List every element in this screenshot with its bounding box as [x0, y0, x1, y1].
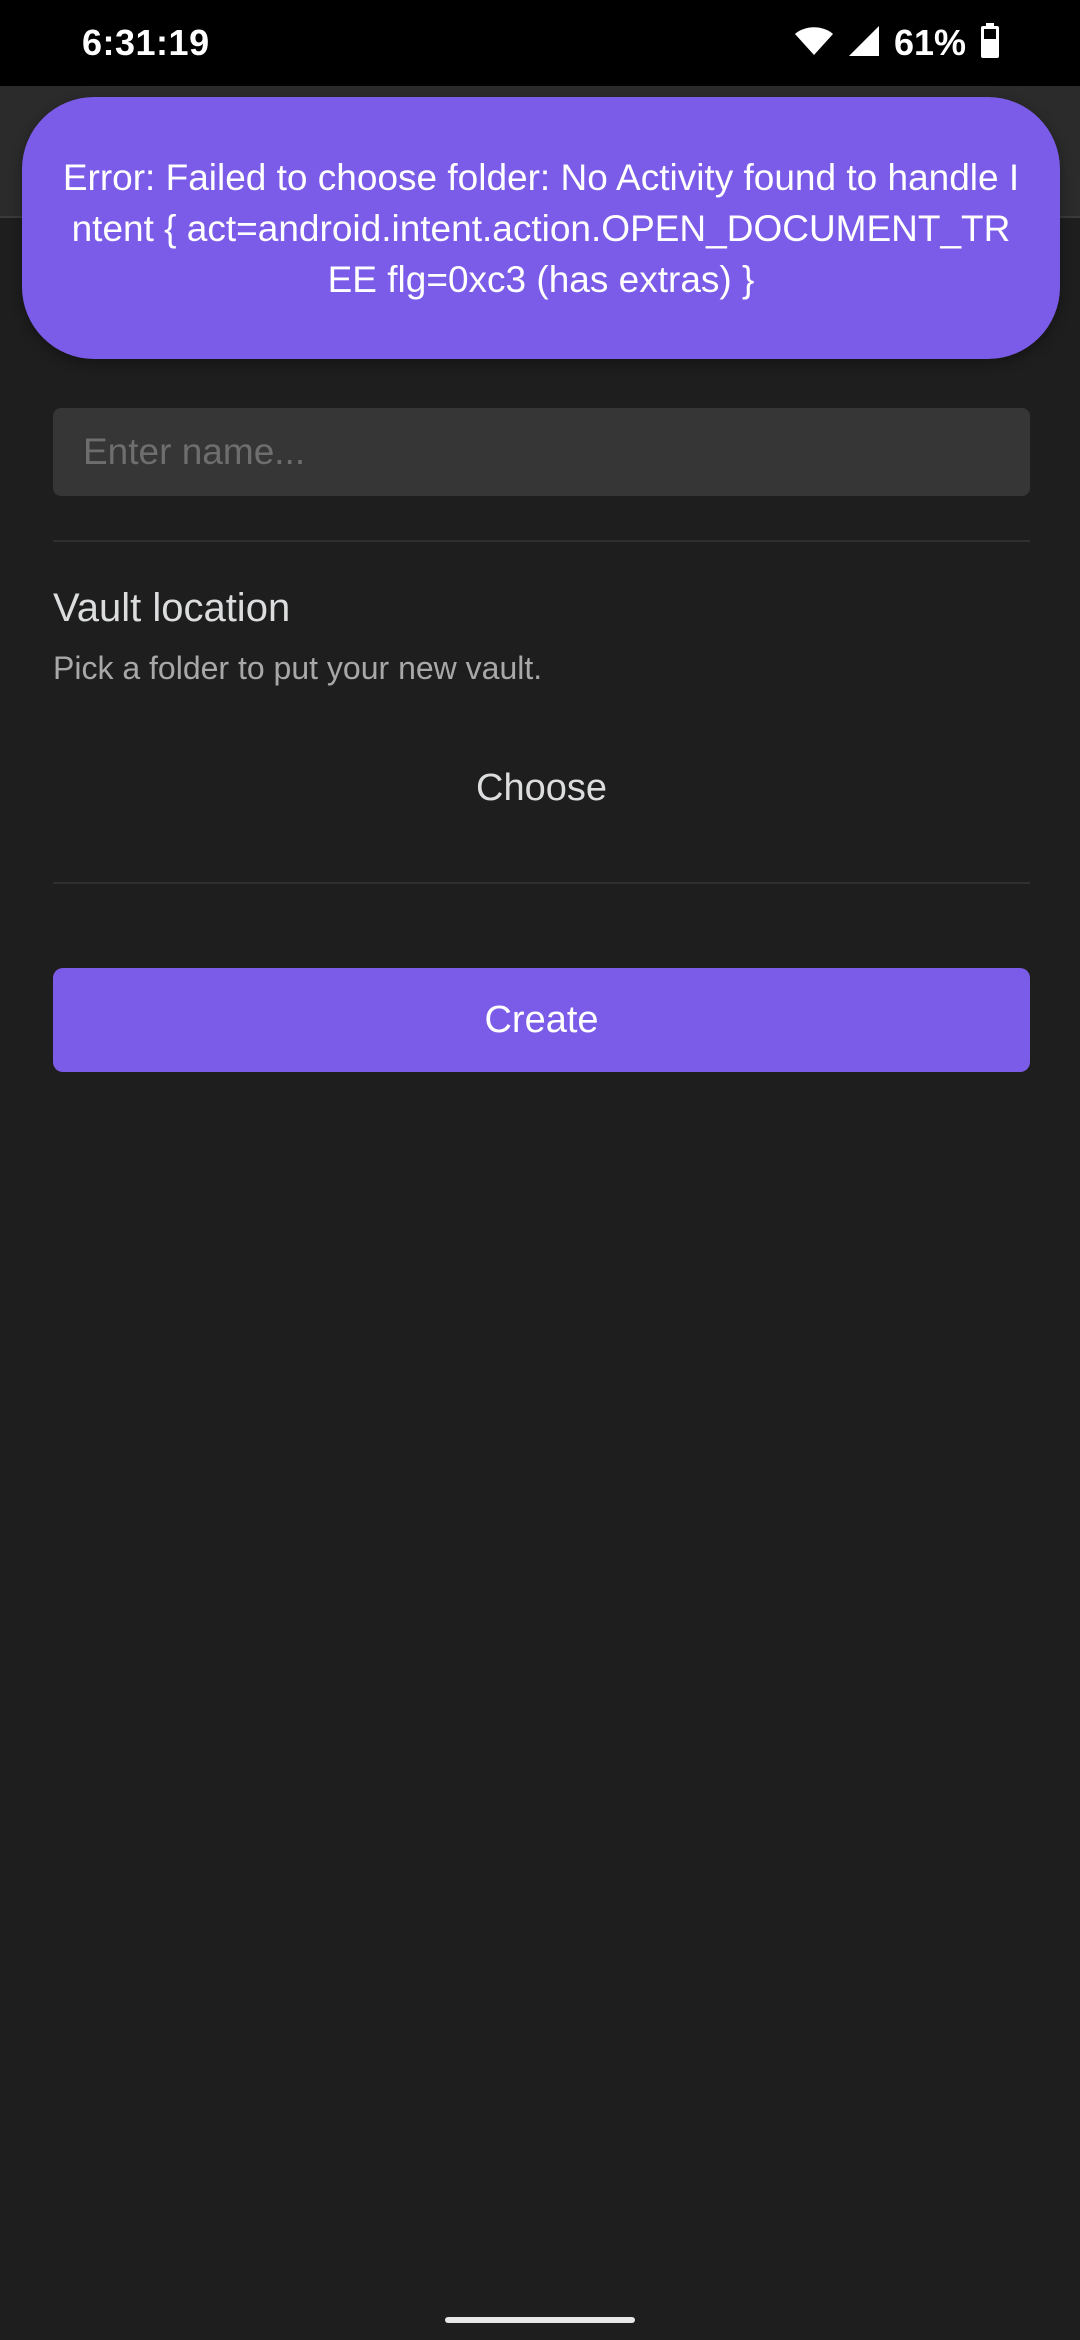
vault-name-input[interactable] — [53, 408, 1030, 496]
battery-percent: 61% — [893, 22, 966, 63]
divider — [53, 882, 1030, 884]
choose-folder-button[interactable]: Choose — [53, 748, 1030, 828]
error-toast: Error: Failed to choose folder: No Activ… — [22, 97, 1060, 359]
wifi-icon — [794, 25, 834, 62]
gesture-nav-handle[interactable] — [445, 2317, 635, 2323]
cell-signal-icon — [848, 25, 880, 62]
error-toast-message: Error: Failed to choose folder: No Activ… — [62, 156, 1020, 300]
divider — [53, 540, 1030, 542]
battery-icon — [980, 22, 1000, 64]
status-icons: 61% — [794, 20, 1000, 66]
create-button[interactable]: Create — [53, 968, 1030, 1072]
create-vault-form: Vault location Pick a folder to put your… — [0, 218, 1080, 2340]
vault-location-description: Pick a folder to put your new vault. — [53, 650, 543, 686]
status-time: 6:31:19 — [82, 22, 210, 63]
vault-location-title: Vault location — [53, 586, 291, 630]
status-bar: 6:31:19 61% — [0, 0, 1080, 86]
